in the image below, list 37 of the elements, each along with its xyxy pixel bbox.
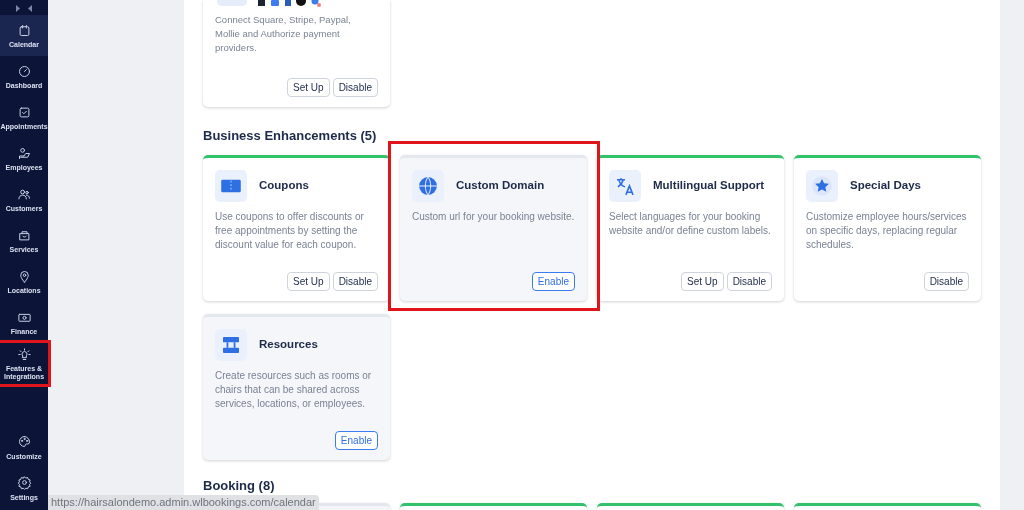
enable-button[interactable]: Enable — [334, 430, 378, 450]
action-button[interactable]: Set Up — [681, 271, 724, 291]
enable-button[interactable]: Enable — [531, 271, 575, 291]
people-icon — [16, 186, 32, 202]
expand-icon[interactable] — [15, 4, 21, 12]
card-title: Special Days — [850, 177, 921, 193]
checkbox-icon — [16, 104, 32, 120]
action-button[interactable]: Disable — [332, 271, 378, 291]
card-title: Multilingual Support — [653, 177, 765, 193]
action-button[interactable]: Disable — [923, 271, 969, 291]
stacked-blocks-icon — [215, 328, 247, 361]
collapse-icon[interactable] — [27, 4, 33, 12]
ticket-icon — [215, 169, 247, 202]
settings-icon — [16, 475, 32, 491]
action-button[interactable]: Set Up — [287, 78, 330, 97]
section-heading: Business Enhancements (5) — [203, 127, 378, 145]
card-description: Custom url for your booking website. — [412, 209, 575, 224]
link-status-tooltip: https://hairsalondemo.admin.wlbookings.com/calendar — [48, 495, 319, 510]
section-heading: Booking (8) — [203, 476, 276, 495]
globe-icon — [412, 169, 444, 202]
card-description: Connect Square, Stripe, Paypal, Mollie and Authorize payment providers. — [215, 13, 352, 55]
action-button[interactable]: Set Up — [287, 271, 330, 291]
action-button[interactable]: Disable — [332, 78, 378, 97]
card-description: Select languages for your booking website and/or define custom labels. — [609, 209, 772, 238]
translate-icon — [609, 169, 641, 202]
gauge-icon — [16, 63, 32, 79]
card-title: Coupons — [259, 177, 309, 193]
lightbulb-icon — [16, 346, 32, 362]
person-laptop-icon — [16, 145, 32, 161]
card-description: Customize employee hours/services on specific days, replacing regular schedules. — [806, 209, 968, 252]
calendar-icon — [16, 22, 32, 38]
palette-icon — [16, 434, 32, 450]
card-description: Create resources such as rooms or chairs that can be shared across services, locations, or employees. — [215, 368, 373, 411]
card-title: Custom Domain — [456, 177, 545, 193]
card-title: Resources — [259, 336, 318, 352]
action-button[interactable]: Disable — [726, 271, 772, 291]
card-description: Use coupons to offer discounts or free appointments by setting the discount value for each coupon. — [215, 209, 365, 252]
